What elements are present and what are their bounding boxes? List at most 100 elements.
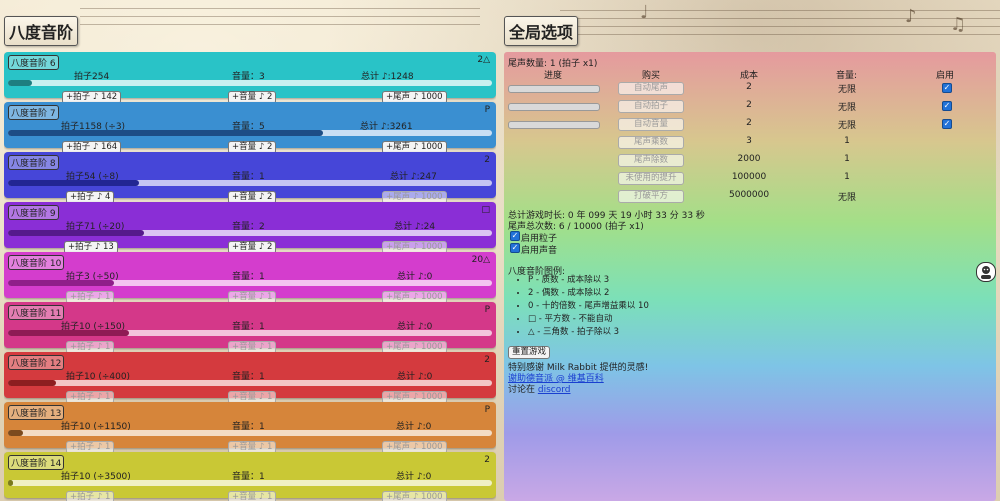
octave-tag: 八度音阶 9 bbox=[8, 205, 59, 220]
upgrade-cost: 2 bbox=[746, 82, 752, 92]
upgrade-progress-bar bbox=[508, 103, 600, 111]
upgrade-volume: 无限 bbox=[837, 121, 856, 131]
octave-property-mark: P bbox=[484, 405, 490, 415]
upgrade-volume: 1 bbox=[844, 172, 850, 182]
octave-panel: 八度音阶 11 P 拍子10 (÷150) 音量：1 总计 ♪:0 +拍子 ♪ … bbox=[4, 302, 496, 354]
beat-progress-bar bbox=[8, 280, 492, 286]
upgrade-progress-bar bbox=[508, 85, 600, 93]
beat-progress-bar bbox=[8, 380, 492, 386]
sound-label: 启用声音 bbox=[521, 246, 558, 256]
upgrade-cost: 2 bbox=[746, 100, 752, 110]
beat-progress-bar bbox=[8, 230, 492, 236]
upgrade-volume: 无限 bbox=[837, 103, 856, 113]
octave-property-mark: 20△ bbox=[471, 255, 490, 265]
beat-progress-fill bbox=[8, 280, 115, 286]
staff-line bbox=[560, 26, 1000, 27]
octave-property-mark: P bbox=[484, 305, 490, 315]
octave-panel: 八度音阶 9 □ 拍子71 (÷20) 音量：2 总计 ♪:24 +拍子 ♪ 1… bbox=[4, 202, 496, 254]
octave-property-mark: 2 bbox=[484, 355, 490, 365]
beat-progress-fill bbox=[8, 330, 129, 336]
upgrade-progress-bar bbox=[508, 121, 600, 129]
upgrade-volume: 1 bbox=[844, 136, 850, 146]
octave-tag: 八度音阶 7 bbox=[8, 105, 59, 120]
upgrade-enable-checkbox[interactable]: ✓ bbox=[942, 119, 952, 129]
octave-panel: 八度音阶 12 2 拍子10 (÷400) 音量：1 总计 ♪:0 +拍子 ♪ … bbox=[4, 352, 496, 404]
octave-tag: 八度音阶 11 bbox=[8, 305, 65, 320]
octave-tag: 八度音阶 8 bbox=[8, 155, 59, 170]
octave-panel: 八度音阶 10 20△ 拍子3 (÷50) 音量：1 总计 ♪:0 +拍子 ♪ … bbox=[4, 252, 496, 304]
staff-line bbox=[80, 16, 480, 17]
beat-progress-fill bbox=[8, 130, 323, 136]
header-volume: 音量: bbox=[836, 71, 858, 81]
music-note-icon: ♫ bbox=[950, 14, 967, 35]
upgrade-cost: 100000 bbox=[731, 172, 767, 182]
octave-property-mark: □ bbox=[481, 205, 490, 215]
upgrade-buy-button[interactable]: 尾声乘数 bbox=[618, 136, 684, 149]
beat-progress-fill bbox=[8, 430, 23, 436]
beat-progress-bar bbox=[8, 330, 492, 336]
octave-tag: 八度音阶 10 bbox=[8, 255, 65, 270]
legend-list: P - 质数 - 成本除以 32 - 偶数 - 成本除以 20 - 十的倍数 -… bbox=[508, 273, 649, 338]
upgrade-volume: 无限 bbox=[837, 193, 856, 203]
octave-property-mark: 2 bbox=[484, 155, 490, 165]
beat-progress-fill bbox=[8, 180, 139, 186]
beat-progress-fill bbox=[8, 230, 144, 236]
upgrade-buy-button[interactable]: 自动尾声 bbox=[618, 82, 684, 95]
particles-checkbox[interactable]: ✓ bbox=[510, 231, 520, 241]
upgrade-buy-button[interactable]: 打破平方 bbox=[618, 190, 684, 203]
header-buy: 购买 bbox=[642, 71, 661, 81]
octave-tag: 八度音阶 6 bbox=[8, 55, 59, 70]
header-progress: 进度 bbox=[544, 71, 563, 81]
beat-progress-fill bbox=[8, 380, 57, 386]
legend-item: 2 - 偶数 - 成本除以 2 bbox=[528, 286, 649, 298]
sound-checkbox[interactable]: ✓ bbox=[510, 243, 520, 253]
reset-game-button[interactable]: 重置游戏 bbox=[508, 346, 551, 359]
beat-progress-bar bbox=[8, 130, 492, 136]
staff-line bbox=[560, 18, 1000, 19]
discuss-prefix: 讨论在 bbox=[508, 385, 538, 395]
beat-progress-fill bbox=[8, 480, 13, 486]
staff-line bbox=[80, 24, 480, 25]
upgrade-enable-checkbox[interactable]: ✓ bbox=[942, 101, 952, 111]
octave-property-mark: P bbox=[484, 105, 490, 115]
upgrade-buy-button[interactable]: 自动拍子 bbox=[618, 100, 684, 113]
avatar[interactable] bbox=[976, 262, 996, 282]
octave-list[interactable]: 八度音阶 6 2△ 拍子254 音量：3 总计 ♪:1248 +拍子 ♪ 142… bbox=[4, 52, 496, 501]
octave-panel: 八度音阶 13 P 拍子10 (÷1150) 音量：1 总计 ♪:0 +拍子 ♪… bbox=[4, 402, 496, 454]
staff-line bbox=[80, 8, 480, 9]
music-note-icon: ♪ bbox=[905, 6, 917, 27]
upgrade-volume: 无限 bbox=[837, 85, 856, 95]
discuss-line: 讨论在 discord bbox=[508, 382, 571, 395]
octave-panel: 八度音阶 6 2△ 拍子254 音量：3 总计 ♪:1248 +拍子 ♪ 142… bbox=[4, 52, 496, 104]
upgrade-cost: 5000000 bbox=[729, 190, 770, 200]
header-cost: 成本 bbox=[740, 71, 759, 81]
octaves-title: 八度音阶 bbox=[4, 16, 79, 46]
octave-tag: 八度音阶 12 bbox=[8, 355, 65, 370]
buy-beats-button[interactable]: +拍子 ♪ 1 bbox=[66, 491, 115, 501]
octave-panel: 八度音阶 8 2 拍子54 (÷8) 音量：1 总计 ♪:247 +拍子 ♪ 4… bbox=[4, 152, 496, 204]
legend-item: 0 - 十的倍数 - 尾声增益乘以 10 bbox=[528, 299, 649, 311]
global-options-panel: 尾声数量: 1 (拍子 x1) 进度 购买 成本 音量: 启用 自动尾声 2 无限 ✓… bbox=[504, 52, 996, 501]
global-options-title: 全局选项 bbox=[504, 16, 579, 46]
legend-item: △ - 三角数 - 拍子除以 3 bbox=[528, 325, 649, 337]
buy-echo-button[interactable]: +尾声 ♪ 1000 bbox=[382, 491, 447, 501]
octave-panel: 八度音阶 14 2 拍子10 (÷3500) 音量：1 总计 ♪:0 +拍子 ♪… bbox=[4, 452, 496, 501]
upgrade-volume: 1 bbox=[844, 154, 850, 164]
music-note-icon: ♩ bbox=[640, 2, 649, 23]
octave-panel: 八度音阶 7 P 拍子1158 (÷3) 音量：5 总计 ♪:3261 +拍子 … bbox=[4, 102, 496, 154]
upgrade-buy-button[interactable]: 未使用的提升 bbox=[618, 172, 684, 185]
upgrade-buy-button[interactable]: 尾声除数 bbox=[618, 154, 684, 167]
legend-item: P - 质数 - 成本除以 3 bbox=[528, 273, 649, 285]
beat-progress-bar bbox=[8, 80, 492, 86]
buy-volume-button[interactable]: +音量 ♪ 1 bbox=[228, 491, 277, 501]
beat-progress-fill bbox=[8, 80, 33, 86]
octave-tag: 八度音阶 14 bbox=[8, 455, 65, 470]
beat-progress-bar bbox=[8, 430, 492, 436]
beat-progress-bar bbox=[8, 480, 492, 486]
upgrade-buy-button[interactable]: 自动音量 bbox=[618, 118, 684, 131]
discord-link[interactable]: discord bbox=[538, 385, 571, 395]
upgrade-cost: 3 bbox=[746, 136, 752, 146]
octave-property-mark: 2 bbox=[484, 455, 490, 465]
upgrade-enable-checkbox[interactable]: ✓ bbox=[942, 83, 952, 93]
upgrade-cost: 2000 bbox=[737, 154, 761, 164]
